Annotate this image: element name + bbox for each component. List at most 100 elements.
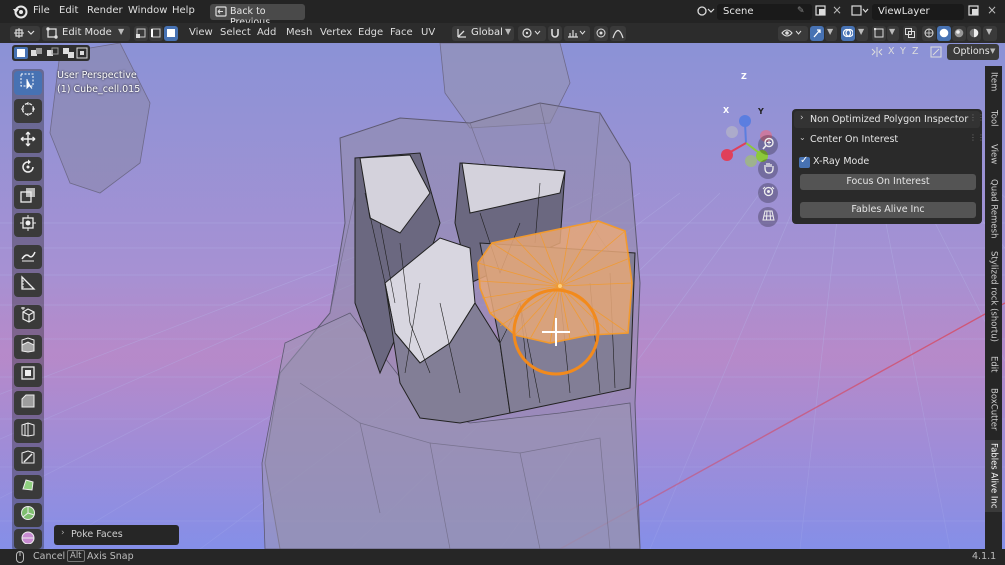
shading-dropdown[interactable]: ▼ [983, 26, 997, 41]
menu-file[interactable]: File [33, 5, 50, 16]
editor-type-button[interactable] [10, 26, 40, 41]
snap-toggle[interactable] [548, 26, 562, 41]
tool-scale[interactable] [14, 185, 42, 209]
tool-bevel[interactable] [14, 391, 42, 415]
pin-icon[interactable]: ✎ [797, 6, 805, 16]
select-extend-icon[interactable] [30, 47, 44, 62]
remove-scene-icon[interactable]: × [832, 3, 842, 17]
mirror-z-toggle[interactable]: Z [912, 46, 919, 57]
menu-help[interactable]: Help [172, 5, 195, 16]
overlays-toggle[interactable] [841, 26, 855, 41]
viewlayer-icon[interactable] [851, 5, 869, 20]
pan-button[interactable] [758, 159, 778, 179]
tool-smooth[interactable] [14, 529, 42, 549]
proportional-edit-toggle[interactable] [594, 26, 608, 41]
header-menu-select[interactable]: Select [220, 27, 251, 38]
drag-handle-icon[interactable]: ⋮⋮ [969, 133, 985, 142]
viewlayer-selector[interactable]: ViewLayer [872, 4, 964, 20]
falloff-selector[interactable] [610, 26, 626, 41]
header-menu-face[interactable]: Face [390, 27, 413, 38]
face-select-button[interactable] [164, 26, 178, 41]
tool-spin[interactable] [14, 503, 42, 527]
mesh-edit-overlays-toggle[interactable] [872, 26, 886, 41]
shading-wireframe-button[interactable] [922, 26, 936, 41]
mirror-x-toggle[interactable]: X [888, 46, 895, 57]
zoom-button[interactable] [758, 135, 778, 155]
tool-annotate[interactable] [14, 245, 42, 269]
last-operator-panel[interactable]: › Poke Faces [54, 525, 179, 545]
edge-select-button[interactable] [149, 26, 163, 41]
select-subtract-icon[interactable] [46, 47, 60, 62]
fables-alive-button[interactable]: Fables Alive Inc [800, 202, 976, 218]
tool-add-cube[interactable] [14, 305, 42, 329]
remove-viewlayer-icon[interactable]: × [987, 3, 997, 17]
auto-merge-icon[interactable] [930, 46, 942, 61]
tool-select-box[interactable] [14, 71, 42, 95]
blender-logo-icon[interactable] [12, 4, 28, 22]
menu-render[interactable]: Render [87, 5, 123, 16]
header-menu-vertex[interactable]: Vertex [320, 27, 352, 38]
orientation-selector[interactable]: Global ▼ [452, 26, 514, 41]
xray-mode-checkbox[interactable]: ✓ [799, 155, 810, 168]
scene-icon[interactable] [697, 5, 715, 20]
mirror-y-toggle[interactable]: Y [900, 46, 906, 57]
header-menu-edge[interactable]: Edge [358, 27, 383, 38]
mesh-edit-overlays-dropdown[interactable]: ▼ [887, 26, 899, 41]
tool-poly-build[interactable] [14, 475, 42, 499]
select-invert-icon[interactable] [62, 47, 76, 62]
scene-selector[interactable]: Scene ✎ [717, 4, 812, 20]
menu-window[interactable]: Window [128, 5, 167, 16]
3d-viewport[interactable]: Z Y X User Perspective (1) Cube_cell.015… [0, 43, 1005, 549]
pivot-selector[interactable] [518, 26, 546, 41]
panel-header-polygon-inspector[interactable]: › Non Optimized Polygon Inspector ⋮⋮ [794, 111, 985, 128]
snap-target-selector[interactable] [564, 26, 590, 41]
options-dropdown[interactable]: Options ▼ [947, 44, 999, 60]
shading-rendered-button[interactable] [967, 26, 981, 41]
sidebar-tab-quad-remesh[interactable]: Quad Remesh [985, 176, 1002, 242]
tool-measure[interactable] [14, 273, 42, 297]
xray-toggle[interactable] [903, 26, 917, 41]
shading-material-button[interactable] [952, 26, 966, 41]
gizmo-toggle[interactable] [810, 26, 824, 41]
panel-header-center-on-interest[interactable]: ⌄ Center On Interest ⋮⋮ [794, 131, 985, 148]
sidebar-tab-boxcutter[interactable]: BoxCutter [985, 384, 1002, 434]
tool-transform[interactable] [14, 213, 42, 237]
mode-selector[interactable]: Edit Mode ▼ [42, 26, 130, 41]
perspective-toggle-button[interactable] [758, 207, 778, 227]
sidebar-tab-stylized-rock-shortu[interactable]: Stylized rock (shortu) [985, 248, 1002, 344]
vertex-select-button[interactable] [134, 26, 148, 41]
sidebar-tab-tool[interactable]: Tool [985, 104, 1002, 132]
sidebar-tab-edit[interactable]: Edit [985, 350, 1002, 378]
gizmo-y-label[interactable]: Y [758, 107, 764, 116]
new-scene-icon[interactable] [815, 5, 827, 20]
drag-handle-icon[interactable]: ⋮⋮ [969, 113, 985, 122]
new-viewlayer-icon[interactable] [968, 5, 980, 20]
header-menu-add[interactable]: Add [257, 27, 276, 38]
shading-solid-button[interactable] [937, 26, 951, 41]
object-visibility-selector[interactable] [778, 26, 808, 41]
sidebar-tab-fables-alive-inc[interactable]: Fables Alive Inc [985, 440, 1002, 512]
sidebar-tab-item[interactable]: Item [985, 68, 1002, 96]
header-menu-view[interactable]: View [189, 27, 213, 38]
tool-knife[interactable] [14, 447, 42, 471]
header-menu-mesh[interactable]: Mesh [286, 27, 312, 38]
back-to-previous-button[interactable]: Back to Previous [210, 4, 305, 28]
tool-move[interactable] [14, 129, 42, 153]
mirror-options-icon[interactable] [870, 46, 884, 61]
select-intersect-icon[interactable] [76, 47, 88, 62]
sidebar-tab-view[interactable]: View [985, 140, 1002, 168]
overlays-dropdown[interactable]: ▼ [856, 26, 868, 41]
tool-inset[interactable] [14, 363, 42, 387]
tool-cursor[interactable] [14, 99, 42, 123]
header-menu-uv[interactable]: UV [421, 27, 435, 38]
gizmo-dropdown[interactable]: ▼ [825, 26, 837, 41]
gizmo-x-label[interactable]: X [723, 106, 729, 115]
focus-on-interest-button[interactable]: Focus On Interest [800, 174, 976, 190]
tool-extrude[interactable] [14, 335, 42, 359]
tool-rotate[interactable] [14, 157, 42, 181]
select-new-icon[interactable] [14, 47, 28, 59]
gizmo-z-label[interactable]: Z [741, 72, 747, 81]
camera-view-button[interactable] [758, 183, 778, 203]
menu-edit[interactable]: Edit [59, 5, 78, 16]
tool-loop-cut[interactable] [14, 419, 42, 443]
